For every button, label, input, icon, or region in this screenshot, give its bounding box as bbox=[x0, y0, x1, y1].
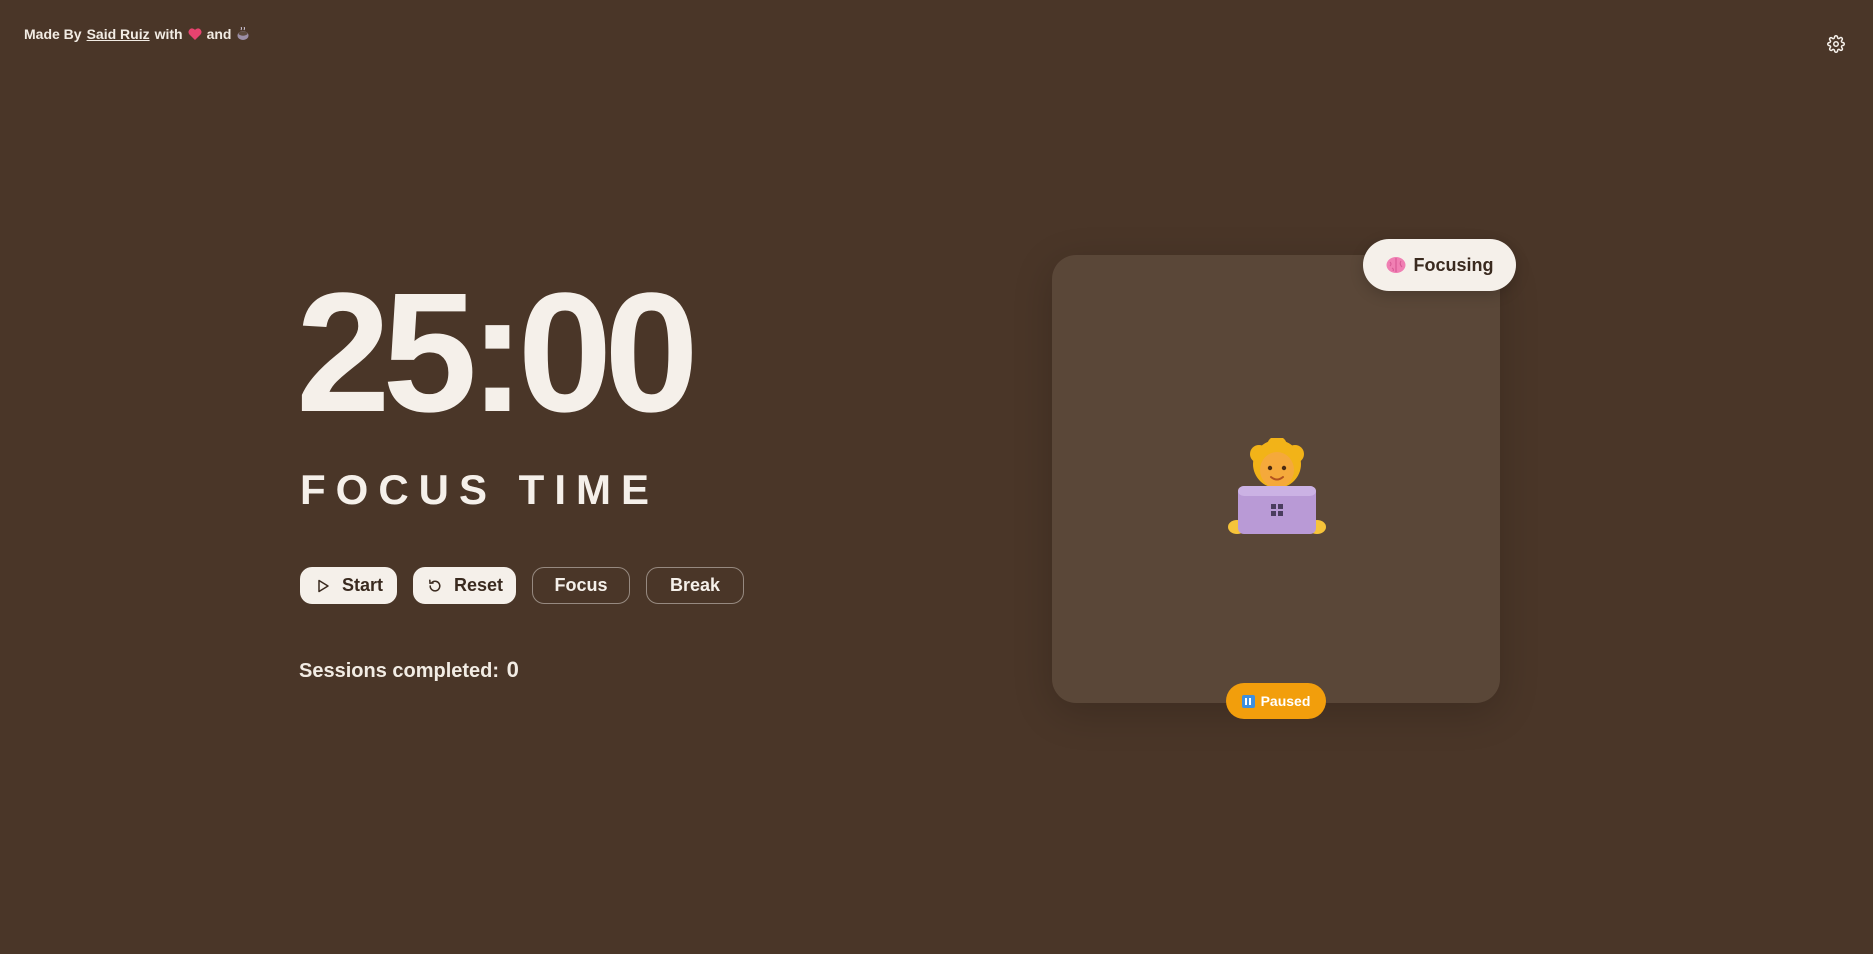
break-mode-button[interactable]: Break bbox=[646, 567, 744, 604]
start-button[interactable]: Start bbox=[300, 567, 397, 604]
reset-label: Reset bbox=[453, 575, 504, 595]
sessions-label: Sessions completed: bbox=[299, 660, 500, 682]
status-badge: Paused bbox=[1226, 683, 1326, 719]
heart-icon bbox=[188, 28, 202, 40]
credit-and: and bbox=[206, 26, 232, 42]
focusing-label: Focusing bbox=[1413, 254, 1494, 275]
brain-icon bbox=[1386, 256, 1406, 274]
sessions-count: 0 bbox=[506, 657, 519, 682]
credit-with: with bbox=[154, 26, 183, 42]
credit-line: Made By Said Ruiz with and bbox=[24, 26, 250, 42]
focusing-badge: Focusing bbox=[1363, 239, 1516, 291]
focus-mode-button[interactable]: Focus bbox=[532, 567, 630, 604]
coffee-icon bbox=[236, 27, 250, 41]
pause-icon bbox=[1241, 694, 1255, 708]
person-at-laptop-icon bbox=[1227, 438, 1327, 534]
reset-button[interactable]: Reset bbox=[413, 567, 516, 604]
reset-icon bbox=[428, 578, 442, 593]
start-label: Start bbox=[341, 575, 383, 595]
mode-label: FOCUS TIME bbox=[300, 466, 659, 513]
status-card bbox=[1052, 255, 1500, 703]
settings-button[interactable] bbox=[1827, 35, 1845, 53]
credit-prefix: Made By bbox=[24, 26, 82, 42]
gear-icon bbox=[1827, 35, 1845, 53]
author-link[interactable]: Said Ruiz bbox=[87, 26, 150, 42]
timer-controls: Start Reset Focus Break bbox=[300, 567, 744, 604]
sessions-completed: Sessions completed: 0 bbox=[299, 657, 519, 683]
timer-display: 25:00 bbox=[296, 258, 699, 448]
play-icon bbox=[316, 579, 330, 593]
status-label: Paused bbox=[1260, 693, 1311, 709]
